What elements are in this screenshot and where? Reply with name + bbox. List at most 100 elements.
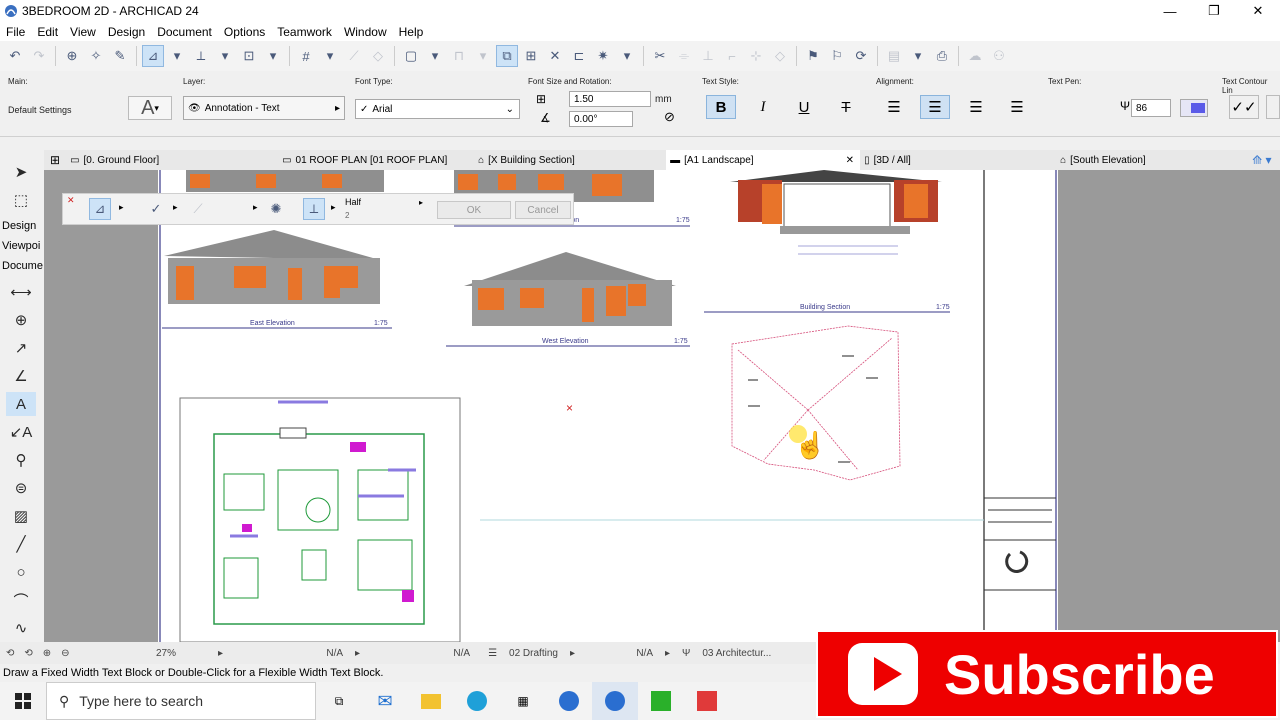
arrow-right-icon[interactable]: ▸ [349,648,366,659]
tab-building-section[interactable]: ⌂ [X Building Section] [474,150,666,170]
navigator-icon[interactable]: ⟰ ▾ [1252,153,1271,167]
menu-file[interactable]: File [0,25,31,39]
menu-options[interactable]: Options [218,25,271,39]
arrow-right-icon[interactable]: ▸ [253,202,258,213]
render-icon[interactable]: ✷ [592,45,614,67]
align-left-button[interactable]: ☰ [879,95,909,119]
tab-roof-plan[interactable]: ▭ 01 ROOF PLAN [01 ROOF PLAN] [278,150,474,170]
gravity-icon[interactable]: ⊿ [142,45,164,67]
mail-icon[interactable]: ✉ [362,682,408,720]
minimize-button[interactable]: — [1148,0,1192,22]
find-select-icon[interactable]: ⊕ [61,45,83,67]
menu-design[interactable]: Design [102,25,151,39]
angle-picker-icon[interactable]: ⊘ [664,109,675,125]
toolbox-design-label[interactable]: Design [2,220,44,232]
zone-icon[interactable]: ⊜ [6,476,36,500]
italic-button[interactable]: I [748,95,778,119]
arrow-right-icon[interactable]: ▸ [119,202,124,213]
bold-button[interactable]: B [706,95,736,119]
angle-dimension-icon[interactable]: ∠ [6,364,36,388]
skew-icon[interactable]: ⟋ [187,198,209,220]
align-icon[interactable]: ⊏ [568,45,590,67]
dropdown-arrow-icon[interactable]: ▾ [424,45,446,67]
tab-close-icon[interactable]: ✕ [846,155,854,166]
file-explorer-icon[interactable] [408,682,454,720]
flag-icon[interactable]: ⚑ [802,45,824,67]
strikethrough-button[interactable]: T [831,95,861,119]
text-tool-icon[interactable]: A [6,392,36,416]
trace-icon[interactable]: ⟋ [343,45,365,67]
cancel-button[interactable]: Cancel [515,201,571,219]
close-button[interactable]: ✕ [1236,0,1280,22]
teamwork-reserve-icon[interactable]: ⚐ [826,45,848,67]
subscribe-button[interactable]: Subscribe [816,630,1278,718]
snap-half-icon[interactable]: ⟂ [303,198,325,220]
tab-3d-all[interactable]: ▯ [3D / All] [860,150,1056,170]
marquee-icon[interactable]: ◇ [367,45,389,67]
intersect-icon[interactable]: ✕ [544,45,566,67]
task-view-icon[interactable]: ⧉ [316,682,362,720]
layer-icon[interactable]: ▢ [400,45,422,67]
rotation-input[interactable]: 0.00° [569,111,633,127]
camtasia-green-icon[interactable] [638,682,684,720]
guide-line-icon[interactable]: ⟂ [190,45,212,67]
layer-select[interactable]: 👁 Annotation - Text ▸ [183,96,345,120]
app-icon[interactable]: ▦ [500,682,546,720]
dimension-icon[interactable]: ⟷ [6,280,36,304]
marker-icon[interactable]: ⚲ [6,448,36,472]
menu-teamwork[interactable]: Teamwork [271,25,338,39]
menu-document[interactable]: Document [151,25,218,39]
edge-browser-icon[interactable] [454,682,500,720]
refresh-icon[interactable]: ⟳ [850,45,872,67]
split-icon[interactable]: ✂ [649,45,671,67]
camtasia-red-icon[interactable] [684,682,730,720]
align-center-button[interactable]: ☰ [920,95,950,119]
bim-cloud-icon[interactable]: ☁ [964,45,986,67]
suspend-groups-icon[interactable]: ⧉ [496,45,518,67]
lock-icon[interactable]: ⊓ [448,45,470,67]
font-select[interactable]: ✓ Arial ⌄ [355,99,520,119]
main-value[interactable]: Default Settings [8,105,72,115]
radial-dimension-icon[interactable]: ↗ [6,336,36,360]
tab-south-elevation[interactable]: ⌂ [South Elevation] [1056,150,1252,170]
magic-wand-icon[interactable]: ✺ [265,198,287,220]
arrow-right-icon[interactable]: ▸ [564,648,581,659]
archicad-active-icon[interactable] [592,682,638,720]
font-size-input[interactable]: 1.50 [569,91,651,107]
zoom-value[interactable]: 27% [150,648,212,659]
tab-a1-landscape[interactable]: ▬ [A1 Landscape] ✕ [666,150,861,170]
undo-zoom-icon[interactable]: ⟲ [24,648,32,659]
windows-start-icon[interactable] [0,682,46,720]
drawing-canvas[interactable]: ation 1:75 East Elevation 1:75 West Elev… [44,170,1280,642]
magic-wand-icon[interactable]: ✧ [85,45,107,67]
menu-window[interactable]: Window [338,25,393,39]
explode-icon[interactable]: ⊹ [745,45,767,67]
arrow-right-icon[interactable]: ▸ [212,648,229,659]
toolbox-document-label[interactable]: Docume [2,260,44,272]
pick-up-icon[interactable]: ✎ [109,45,131,67]
collab-icon[interactable]: ⚇ [988,45,1010,67]
contour-button[interactable]: ✓✓ [1229,95,1259,119]
arrow-tool-icon[interactable]: ➤ [6,160,36,184]
publish-icon[interactable]: ⎙ [931,45,953,67]
rectangle-text-icon[interactable]: ⊿ [89,198,111,220]
spline-tool-icon[interactable]: ∿ [6,616,36,640]
restore-button[interactable]: ❐ [1192,0,1236,22]
circle-tool-icon[interactable]: ○ [6,560,36,584]
arrow-right-icon[interactable]: ▸ [419,198,423,207]
level-dimension-icon[interactable]: ⊕ [6,308,36,332]
pen-color-swatch[interactable] [1180,99,1208,117]
rotate-view-icon[interactable]: ⟲ [6,648,14,659]
fill-tool-icon[interactable]: ▨ [6,504,36,528]
text-settings-button[interactable]: A ▾ [128,96,172,120]
snap-points-icon[interactable]: ⊡ [238,45,260,67]
redo-icon[interactable]: ↷ [28,45,50,67]
arrow-right-icon[interactable]: ▸ [173,202,178,213]
dropdown-arrow-icon[interactable]: ▾ [319,45,341,67]
arrow-right-icon[interactable]: ▸ [331,202,336,213]
ok-button[interactable]: OK [437,201,511,219]
line-tool-icon[interactable]: ╱ [6,532,36,556]
grid-snap-icon[interactable]: # [295,45,317,67]
zoom-in-icon[interactable]: ⊕ [43,648,51,659]
menu-view[interactable]: View [64,25,102,39]
